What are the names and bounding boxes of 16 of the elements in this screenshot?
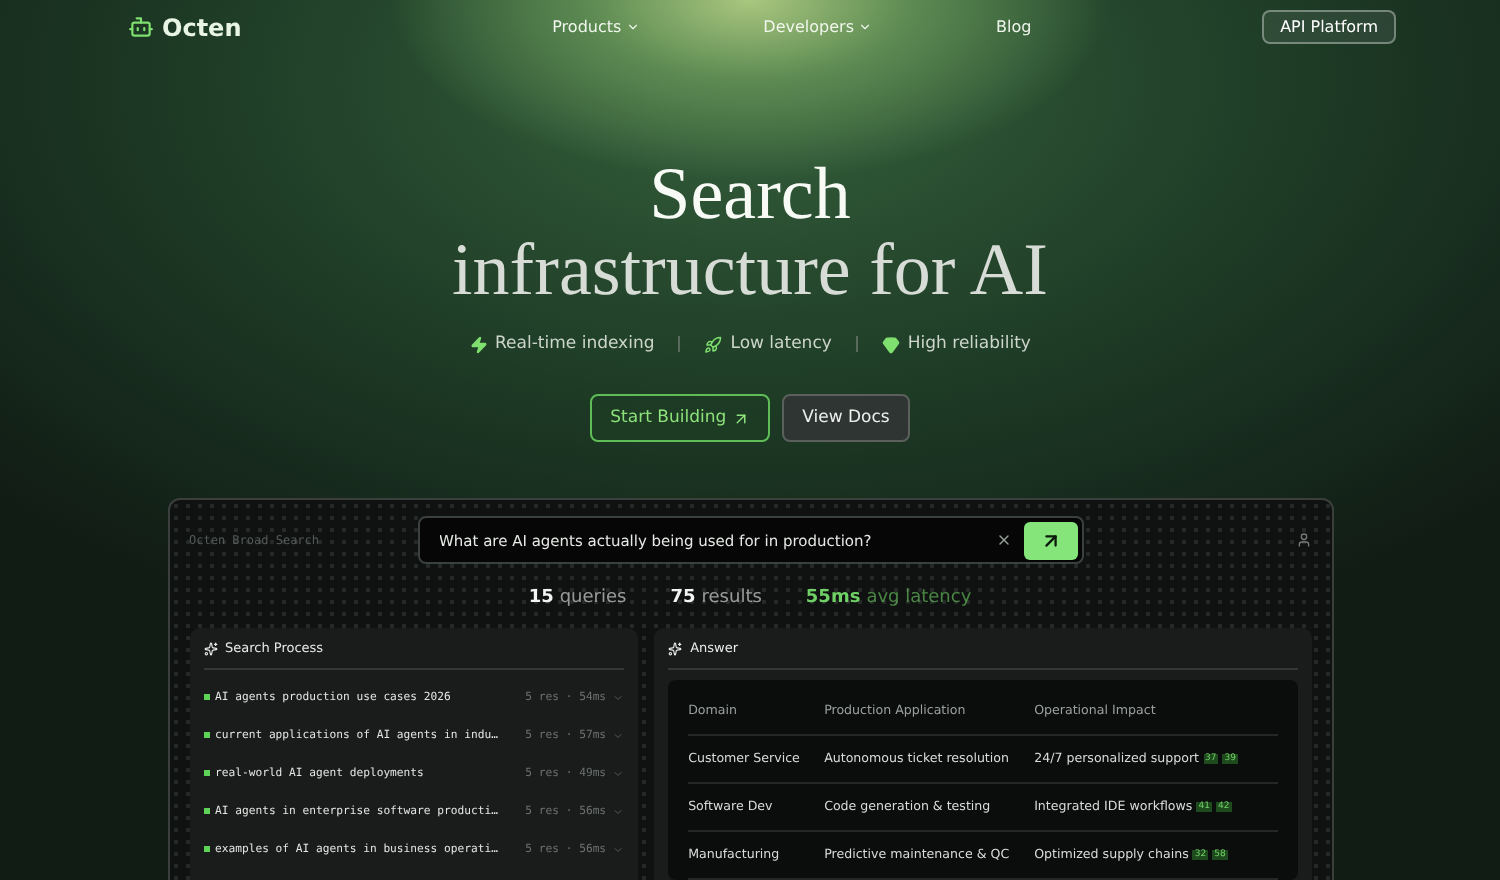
feature-label: Real-time indexing [495, 334, 655, 354]
stat-value: 75 [670, 588, 696, 608]
api-platform-button[interactable]: API Platform [1262, 10, 1396, 44]
hero-title: Search infrastructure for AI [452, 158, 1048, 310]
feature-label: Low latency [730, 334, 832, 354]
stat-label: queries [559, 588, 627, 608]
stat-label: avg latency [866, 588, 972, 608]
feature-label: High reliability [907, 334, 1031, 354]
logo[interactable]: Octen [128, 13, 242, 41]
start-building-button[interactable]: Start Building [590, 394, 771, 442]
stat-value: 15 [528, 588, 554, 608]
nav-link[interactable]: Blog [995, 18, 1032, 36]
nav-link[interactable]: Products [552, 18, 640, 36]
view-docs-button[interactable]: View Docs [782, 394, 910, 442]
stat-value: 55ms [805, 588, 861, 608]
stat-label: results [701, 588, 762, 608]
